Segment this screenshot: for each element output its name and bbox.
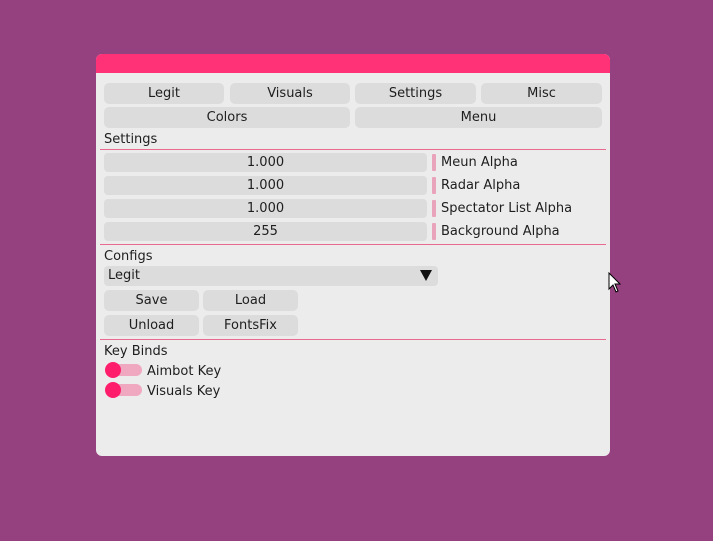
spectator-list-alpha-handle[interactable] — [432, 200, 436, 217]
visuals-key-label: Visuals Key — [147, 384, 221, 399]
radar-alpha-slider[interactable]: 1.000 — [104, 176, 427, 195]
tab-misc[interactable]: Misc — [481, 83, 602, 104]
separator — [100, 149, 606, 150]
separator — [100, 244, 606, 245]
separator — [100, 339, 606, 340]
menu-window: Legit Visuals Settings Misc Colors Menu … — [96, 54, 610, 456]
tab-visuals[interactable]: Visuals — [230, 83, 350, 104]
aimbot-key-label: Aimbot Key — [147, 364, 222, 379]
title-bar[interactable] — [96, 54, 610, 73]
tab-settings[interactable]: Settings — [355, 83, 476, 104]
toggle-knob — [105, 362, 121, 378]
save-button[interactable]: Save — [104, 290, 199, 311]
radar-alpha-handle[interactable] — [432, 177, 436, 194]
mouse-pointer-icon — [608, 272, 622, 293]
unload-button[interactable]: Unload — [104, 315, 199, 336]
spectator-list-alpha-label: Spectator List Alpha — [441, 201, 573, 216]
triangle-down-icon[interactable] — [420, 270, 432, 281]
aimbot-key-toggle[interactable] — [105, 362, 142, 378]
radar-alpha-label: Radar Alpha — [441, 178, 521, 193]
tab-legit[interactable]: Legit — [104, 83, 224, 104]
configs-heading: Configs — [104, 249, 153, 264]
menu-alpha-label: Meun Alpha — [441, 155, 518, 170]
menu-alpha-handle[interactable] — [432, 154, 436, 171]
settings-heading: Settings — [104, 132, 158, 147]
toggle-knob — [105, 382, 121, 398]
config-select[interactable]: Legit — [104, 266, 438, 286]
spectator-list-alpha-slider[interactable]: 1.000 — [104, 199, 427, 218]
config-select-value: Legit — [108, 268, 140, 283]
tab-colors[interactable]: Colors — [104, 107, 350, 128]
keybinds-heading: Key Binds — [104, 344, 168, 359]
fontsfix-button[interactable]: FontsFix — [203, 315, 298, 336]
background-alpha-slider[interactable]: 255 — [104, 222, 427, 241]
tab-menu[interactable]: Menu — [355, 107, 602, 128]
load-button[interactable]: Load — [203, 290, 298, 311]
background-alpha-handle[interactable] — [432, 223, 436, 240]
visuals-key-toggle[interactable] — [105, 382, 142, 398]
menu-alpha-slider[interactable]: 1.000 — [104, 153, 427, 172]
background-alpha-label: Background Alpha — [441, 224, 560, 239]
